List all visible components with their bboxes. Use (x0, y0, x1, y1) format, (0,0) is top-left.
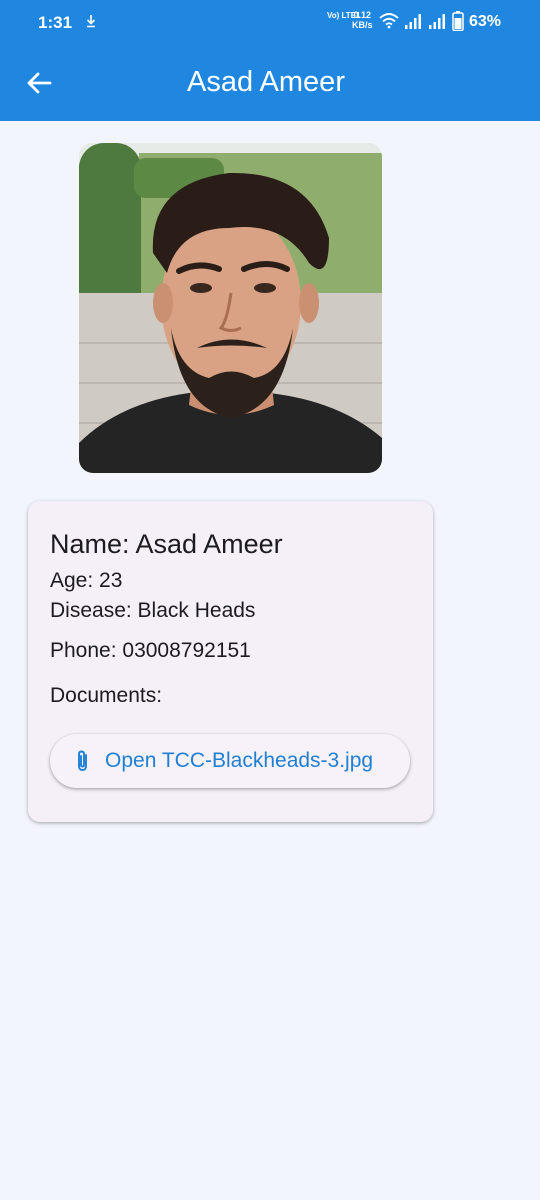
network-speed: 0.12 KB/s (352, 10, 373, 30)
patient-phone: Phone: 03008792151 (50, 639, 251, 662)
patient-age: Age: 23 (50, 569, 123, 592)
signal-icon (405, 14, 421, 29)
battery-percent: 63% (469, 13, 502, 30)
patient-disease: Disease: Black Heads (50, 599, 256, 622)
status-bar: 1:31 Vo) LTE1 0.12 KB/s 63% (0, 0, 540, 44)
open-document-label: Open TCC-Blackheads-3.jpg (105, 749, 374, 772)
download-icon (86, 15, 96, 28)
battery-icon (452, 11, 464, 31)
patient-name: Name: Asad Ameer (50, 529, 283, 559)
documents-heading: Documents: (50, 684, 163, 707)
status-time: 1:31 (38, 13, 73, 32)
open-document-button[interactable]: Open TCC-Blackheads-3.jpg (50, 734, 410, 788)
paperclip-icon (78, 750, 87, 771)
page-title: Asad Ameer (187, 66, 345, 98)
profile-photo (79, 143, 382, 473)
patient-details-card: Name: Asad Ameer Age: 23 Disease: Black … (28, 501, 433, 822)
signal-icon (429, 14, 445, 29)
wifi-icon (379, 13, 399, 29)
